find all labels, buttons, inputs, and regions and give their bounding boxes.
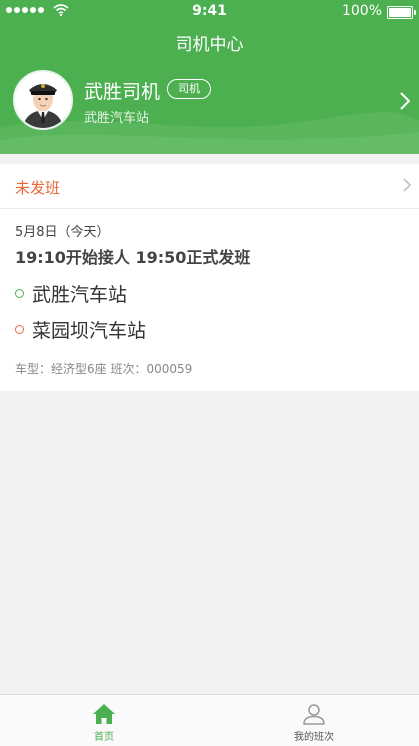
trip-date: 5月8日（今天） — [15, 225, 110, 240]
origin-station-name: 武胜汽车站 — [32, 284, 128, 306]
avatar — [13, 70, 73, 130]
vehicle-info: 车型：经济型6座 班次：000059 — [15, 362, 193, 376]
destination-dot-icon — [15, 325, 24, 334]
trip-card[interactable]: 未发班 5月8日（今天） 19:10开始接人 19:50正式发班 武胜汽车站 菜… — [0, 164, 419, 391]
trip-status: 未发班 — [15, 179, 61, 197]
page-title: 司机中心 — [175, 35, 244, 55]
destination-station-name: 菜园坝汽车站 — [32, 320, 147, 342]
battery-percentage: 100% — [341, 3, 382, 19]
trip-schedule: 19:10开始接人 19:50正式发班 — [15, 248, 251, 267]
trip-status-row[interactable]: 未发班 — [0, 164, 419, 209]
origin-dot-icon — [15, 289, 24, 298]
driver-name: 武胜司机 — [84, 81, 161, 103]
driver-station: 武胜汽车站 — [84, 111, 150, 126]
origin-stop: 武胜汽车站 — [15, 280, 127, 307]
person-icon — [303, 704, 325, 725]
tab-my-shifts[interactable]: 我的班次 — [234, 695, 394, 746]
role-badge: 司机 — [167, 79, 211, 99]
driver-profile-row[interactable]: 武胜司机 司机 武胜汽车站 — [13, 70, 413, 130]
tab-home-label: 首页 — [94, 732, 114, 743]
destination-stop: 菜园坝汽车站 — [15, 316, 146, 343]
battery-icon — [387, 6, 416, 19]
driver-avatar-icon — [15, 72, 71, 128]
chevron-right-icon — [400, 92, 410, 110]
bottom-tab-bar: 首页 我的班次 — [0, 694, 419, 746]
chevron-right-icon — [403, 178, 411, 192]
status-bar: 9:41 100% — [0, 0, 419, 22]
tab-my-shifts-label: 我的班次 — [294, 732, 334, 743]
home-icon — [93, 704, 115, 724]
profile-header: 9:41 100% 司机中心 武胜司机 司机 武胜汽车站 — [0, 0, 419, 154]
tab-home[interactable]: 首页 — [24, 695, 184, 746]
